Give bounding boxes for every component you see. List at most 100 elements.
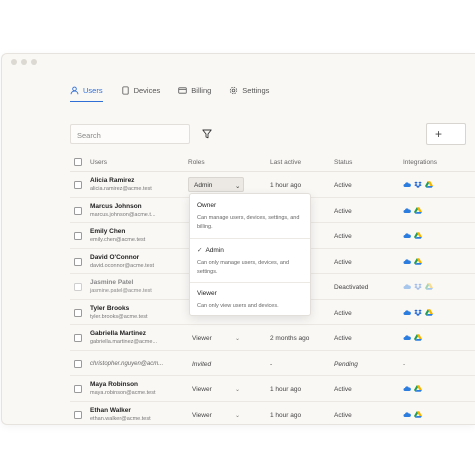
- cloud-icon: [403, 233, 411, 238]
- add-user-button[interactable]: +: [426, 123, 466, 145]
- tab-devices[interactable]: Devices: [121, 82, 160, 98]
- app-window: Users Devices Billing Settings Search + …: [1, 53, 475, 425]
- row-checkbox[interactable]: [74, 206, 82, 215]
- user-email: maya.robinson@acme.test: [90, 390, 156, 396]
- row-checkbox[interactable]: [74, 181, 82, 189]
- tab-billing[interactable]: Billing: [178, 82, 211, 98]
- role-select[interactable]: Admin ⌄: [188, 177, 244, 192]
- user-email: ethan.walker@acme.test: [90, 415, 151, 422]
- role-value[interactable]: Viewer: [192, 386, 212, 393]
- status-text: Active: [334, 309, 352, 317]
- column-roles[interactable]: Roles: [188, 159, 205, 166]
- row-checkbox[interactable]: [74, 359, 82, 368]
- user-email: tyler.brooks@acme.test: [90, 313, 148, 320]
- role-option-title: Owner: [197, 202, 217, 209]
- cloud-icon: [403, 411, 411, 417]
- role-option-title: Viewer: [197, 290, 217, 297]
- row-checkbox[interactable]: [74, 410, 82, 419]
- title-bar: [2, 54, 475, 70]
- filter-icon[interactable]: [202, 129, 212, 139]
- status-text: Active: [334, 207, 352, 215]
- integrations: [403, 308, 433, 316]
- tab-billing-label: Billing: [191, 85, 212, 95]
- tab-bar: Users Devices Billing Settings: [70, 82, 269, 102]
- status-text: Active: [334, 182, 352, 189]
- tab-users[interactable]: Users: [70, 82, 103, 102]
- drive-icon: [425, 181, 433, 188]
- row-checkbox[interactable]: [74, 257, 82, 266]
- status-text: Pending: [334, 360, 358, 368]
- device-icon: [121, 85, 129, 95]
- drive-icon: [414, 232, 422, 239]
- integrations: [403, 410, 422, 418]
- table-row[interactable]: Gabriella Martinez gabriella.martinez@ac…: [70, 325, 475, 351]
- user-name: Jasmine Patel: [90, 279, 134, 286]
- user-email: marcus.johnson@acme.t...: [90, 211, 156, 218]
- drive-icon: [414, 334, 422, 341]
- table-row[interactable]: christopher.nguyen@acm... Invited - Pend…: [70, 351, 475, 376]
- row-checkbox[interactable]: [74, 232, 82, 240]
- window-close-dot[interactable]: [11, 59, 17, 65]
- chevron-down-icon: ⌄: [235, 183, 241, 190]
- row-checkbox[interactable]: [74, 308, 82, 317]
- last-active: -: [270, 360, 273, 368]
- drive-icon: [414, 385, 422, 392]
- row-checkbox[interactable]: [74, 283, 82, 291]
- column-last-active[interactable]: Last active: [270, 159, 301, 166]
- column-integrations[interactable]: Integrations: [403, 159, 437, 166]
- search-placeholder: Search: [77, 131, 101, 140]
- tab-settings[interactable]: Settings: [229, 82, 269, 98]
- user-email: emily.chen@acme.test: [90, 237, 146, 243]
- user-name: Gabriella Martinez: [90, 330, 146, 337]
- table-row[interactable]: Ethan Walker ethan.walker@acme.test View…: [70, 402, 475, 425]
- role-value[interactable]: Viewer: [192, 335, 212, 342]
- last-active: 2 months ago: [270, 335, 310, 342]
- integrations: [403, 334, 422, 341]
- integrations: [403, 283, 433, 290]
- role-option-admin[interactable]: ✓ Admin Can only manage users, devices, a…: [197, 246, 307, 277]
- column-users[interactable]: Users: [90, 159, 107, 166]
- select-all-checkbox[interactable]: [74, 158, 82, 166]
- user-name: Emily Chen: [90, 228, 126, 235]
- user-email: christopher.nguyen@acm...: [90, 360, 164, 367]
- user-email: alicia.ramirez@acme.test: [90, 186, 152, 192]
- row-checkbox[interactable]: [74, 385, 82, 393]
- user-email: jasmine.patel@acme.test: [90, 288, 152, 294]
- column-status[interactable]: Status: [334, 159, 352, 166]
- role-option-viewer[interactable]: Viewer Can only view users and devices.: [197, 290, 307, 311]
- table-row[interactable]: Maya Robinson maya.robinson@acme.test Vi…: [70, 376, 475, 402]
- status-text: Active: [334, 233, 352, 240]
- cloud-icon: [403, 309, 411, 315]
- last-active: 1 hour ago: [270, 182, 302, 189]
- window-zoom-dot[interactable]: [31, 59, 37, 65]
- role-select-value: Admin: [194, 182, 213, 189]
- last-active: 1 hour ago: [270, 386, 302, 393]
- cloud-icon: [403, 386, 411, 391]
- chevron-down-icon[interactable]: ⌄: [235, 412, 240, 419]
- chevron-down-icon[interactable]: ⌄: [235, 335, 240, 342]
- drive-icon: [414, 257, 422, 265]
- search-input[interactable]: Search: [70, 124, 190, 144]
- user-name: Ethan Walker: [90, 406, 131, 414]
- status-text: Deactivated: [334, 284, 369, 291]
- integrations: [403, 206, 422, 214]
- integrations: -: [403, 360, 406, 368]
- role-option-owner[interactable]: Owner Can manage users, devices, setting…: [197, 202, 307, 232]
- menu-divider: [190, 282, 310, 283]
- role-value: Invited: [192, 360, 212, 368]
- role-option-desc: Can only view users and devices.: [197, 303, 279, 309]
- user-name: Maya Robinson: [90, 381, 139, 388]
- role-value[interactable]: Viewer: [192, 412, 212, 419]
- status-text: Active: [334, 258, 352, 266]
- user-name: David O'Connor: [90, 253, 140, 261]
- drive-icon: [414, 410, 422, 418]
- status-text: Active: [334, 386, 352, 393]
- cloud-icon: [403, 258, 411, 264]
- row-checkbox[interactable]: [74, 334, 82, 342]
- cloud-icon: [403, 284, 411, 289]
- dropbox-icon: [414, 181, 422, 188]
- user-email: gabriella.martinez@acme...: [90, 339, 158, 345]
- window-minimize-dot[interactable]: [21, 59, 27, 65]
- chevron-down-icon[interactable]: ⌄: [235, 386, 240, 393]
- cloud-icon: [403, 182, 411, 187]
